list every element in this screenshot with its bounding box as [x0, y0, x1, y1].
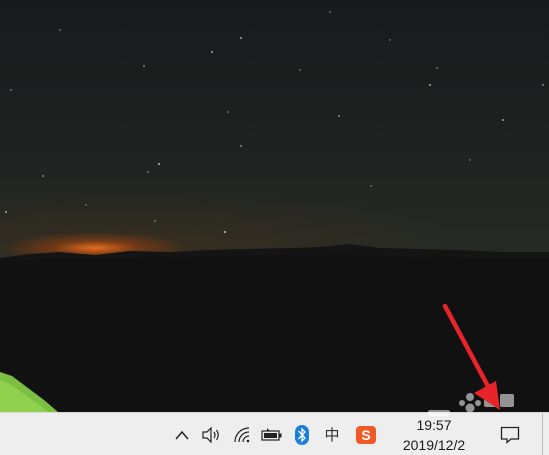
chevron-up-icon[interactable] [172, 413, 192, 455]
wifi-icon[interactable] [232, 413, 254, 455]
sogou-label: S [361, 426, 371, 443]
ime-chinese-icon[interactable]: 中 [320, 413, 344, 455]
desktop-screen: 中 S 19:57 2019/12/2 [0, 0, 549, 455]
taskbar-clock[interactable]: 19:57 2019/12/2 [388, 413, 480, 455]
taskbar: 中 S 19:57 2019/12/2 [0, 412, 549, 455]
clock-date: 2019/12/2 [402, 437, 466, 453]
sogou-icon[interactable]: S [354, 413, 378, 455]
action-center-icon[interactable] [494, 413, 526, 455]
clock-time: 19:57 [416, 417, 452, 433]
battery-icon[interactable] [260, 413, 284, 455]
ime-mode-label: 中 [324, 426, 340, 444]
night-sky-illustration [0, 11, 549, 412]
show-desktop-button[interactable] [542, 413, 549, 455]
volume-icon[interactable] [200, 413, 222, 455]
desktop-wallpaper [0, 0, 549, 412]
bluetooth-icon[interactable] [292, 413, 312, 455]
